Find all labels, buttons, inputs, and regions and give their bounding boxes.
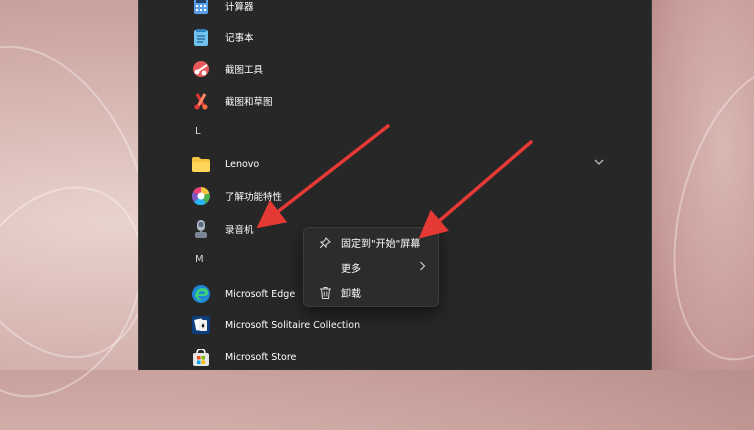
annotation-arrows (256, 124, 533, 239)
annotation-arrow (418, 140, 533, 239)
annotation-arrow (256, 124, 390, 229)
